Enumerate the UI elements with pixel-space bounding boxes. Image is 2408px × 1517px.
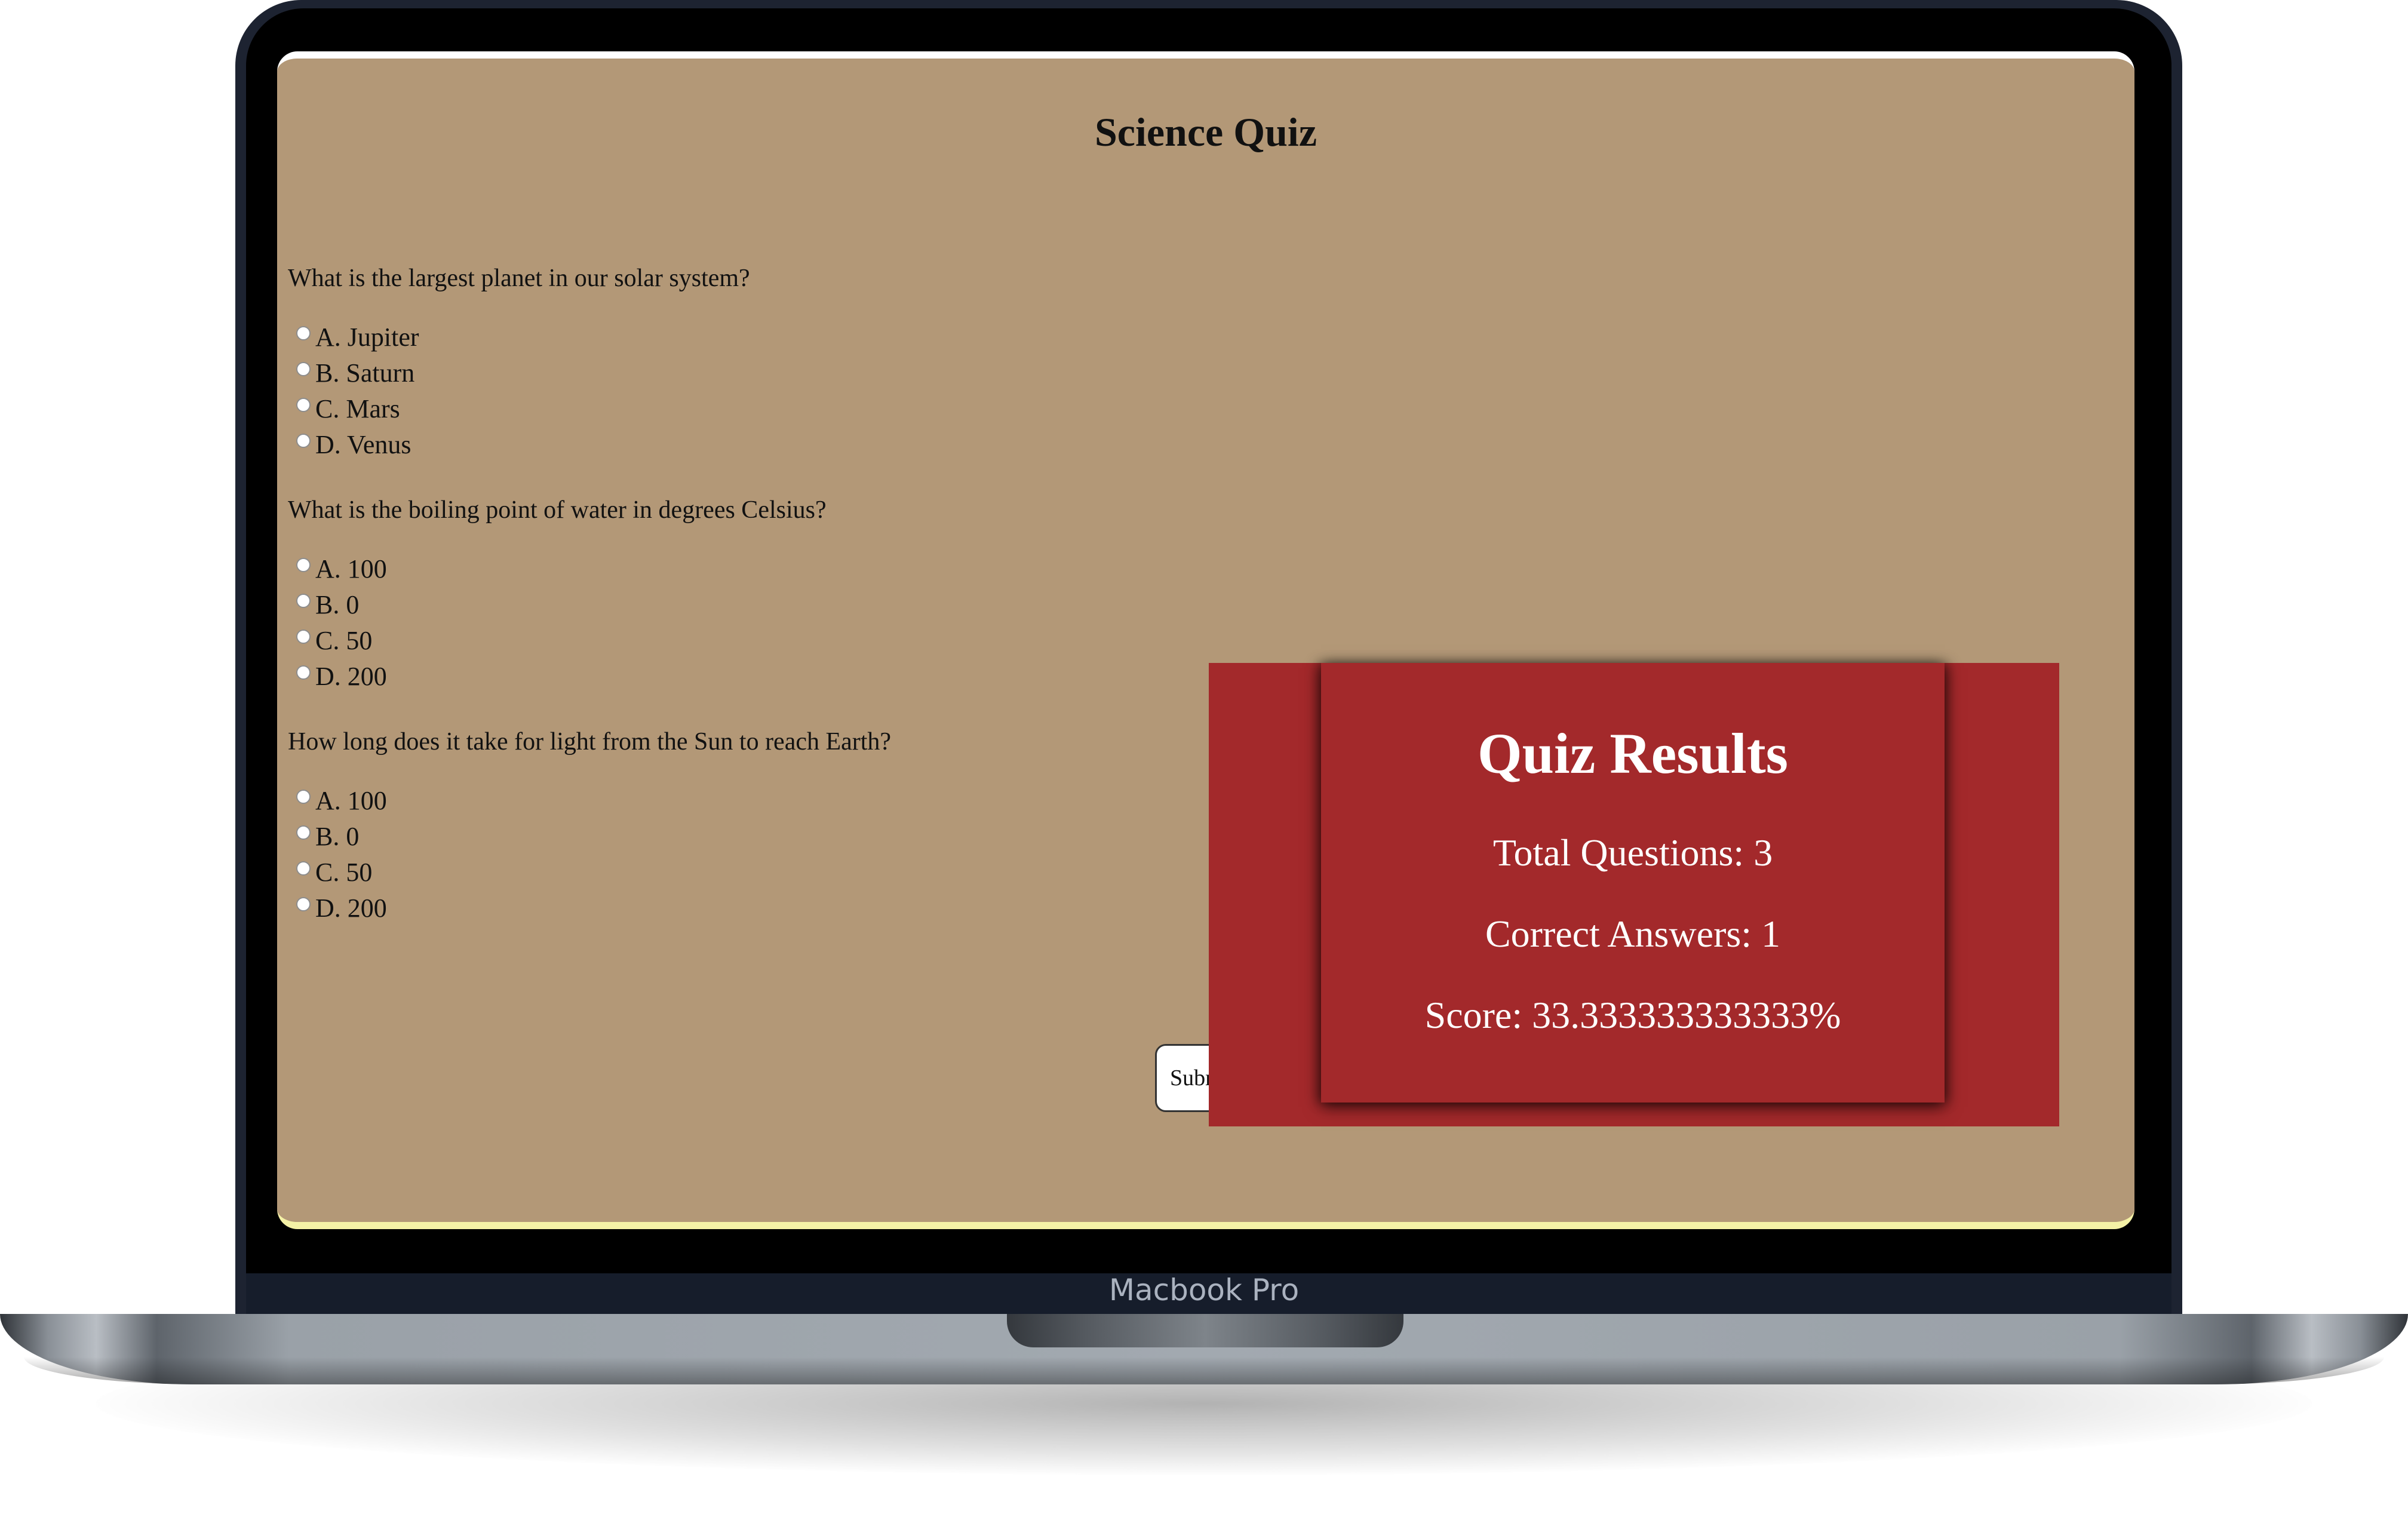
- answer-option[interactable]: B. 0: [288, 818, 1243, 854]
- radio-button[interactable]: [296, 398, 311, 412]
- answer-option[interactable]: C. Mars: [288, 391, 1243, 426]
- question-text: What is the boiling point of water in de…: [288, 496, 827, 524]
- question-1: What is the largest planet in our solar …: [288, 262, 1243, 462]
- option-label: B. 0: [315, 821, 360, 851]
- device-label: Macbook Pro: [1108, 1273, 1300, 1307]
- option-label: A. 100: [315, 554, 387, 584]
- option-label: B. 0: [315, 589, 360, 619]
- option-label: C. 50: [315, 625, 373, 655]
- answer-option[interactable]: B. Saturn: [288, 355, 1243, 391]
- radio-button[interactable]: [296, 434, 311, 448]
- option-label: A. 100: [315, 785, 387, 815]
- score-text: Score: 33.333333333333%: [1424, 994, 1841, 1036]
- radio-button[interactable]: [296, 897, 311, 911]
- radio-button[interactable]: [296, 362, 311, 376]
- results-title: Quiz Results: [1477, 721, 1789, 785]
- answer-option[interactable]: A. Jupiter: [288, 319, 1243, 355]
- radio-button[interactable]: [296, 326, 311, 340]
- page-title: Science Quiz: [1094, 109, 1317, 155]
- answer-option[interactable]: B. 0: [288, 586, 1243, 622]
- radio-button[interactable]: [296, 594, 311, 608]
- laptop-notch: [1007, 1314, 1403, 1347]
- quiz-page: Science Quiz What is the largest planet …: [277, 51, 2134, 1229]
- results-modal: Quiz Results Total Questions: 3 Correct …: [1209, 663, 2059, 1126]
- option-label: A. Jupiter: [315, 322, 419, 352]
- laptop-base-shade: [24, 1357, 2384, 1384]
- option-label: C. Mars: [315, 394, 400, 423]
- question-text: What is the largest planet in our solar …: [288, 265, 750, 292]
- option-label: D. Venus: [315, 429, 411, 459]
- radio-button[interactable]: [296, 665, 311, 680]
- radio-button[interactable]: [296, 790, 311, 804]
- total-questions-text: Total Questions: 3: [1492, 831, 1773, 874]
- option-label: C. 50: [315, 857, 373, 887]
- answer-option[interactable]: D. 200: [288, 890, 1243, 926]
- answer-option[interactable]: C. 50: [288, 622, 1243, 658]
- option-label: D. 200: [315, 661, 387, 691]
- results-card: Quiz Results Total Questions: 3 Correct …: [1321, 663, 1945, 1103]
- radio-button[interactable]: [296, 861, 311, 876]
- option-label: B. Saturn: [315, 358, 415, 388]
- radio-button[interactable]: [296, 558, 311, 572]
- question-2: What is the boiling point of water in de…: [288, 493, 1243, 694]
- answer-option[interactable]: D. 200: [288, 658, 1243, 694]
- answer-option[interactable]: C. 50: [288, 854, 1243, 890]
- option-label: D. 200: [315, 893, 387, 923]
- answer-option[interactable]: A. 100: [288, 551, 1243, 586]
- answer-option[interactable]: D. Venus: [288, 426, 1243, 462]
- correct-answers-text: Correct Answers: 1: [1485, 913, 1781, 955]
- radio-button[interactable]: [296, 825, 311, 840]
- question-text: How long does it take for light from the…: [288, 728, 892, 756]
- question-3: How long does it take for light from the…: [288, 725, 1243, 926]
- radio-button[interactable]: [296, 629, 311, 644]
- answer-option[interactable]: A. 100: [288, 782, 1243, 818]
